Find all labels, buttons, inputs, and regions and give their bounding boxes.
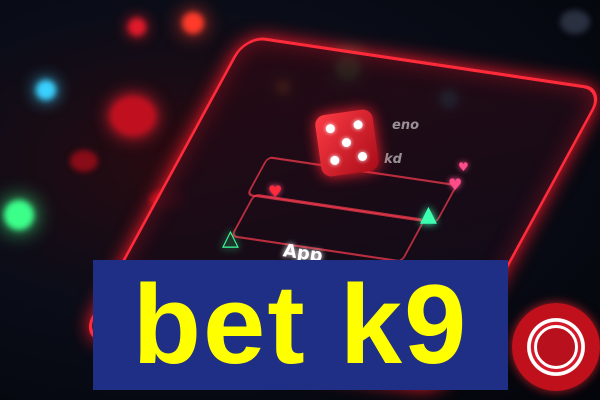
dice-pip <box>341 137 352 148</box>
up-triangle-icon: △ <box>222 226 239 251</box>
screen-text: eno <box>392 118 420 133</box>
heart-icon: ♥ <box>268 182 283 201</box>
dice-pip <box>325 123 336 134</box>
bokeh-light <box>560 10 590 34</box>
dice-pip <box>329 155 340 166</box>
heart-icon: ♥ <box>458 160 469 174</box>
up-triangle-icon: ▲ <box>420 202 437 227</box>
bokeh-light <box>70 150 98 172</box>
heart-icon: ♥ <box>448 175 463 194</box>
dice-pip <box>357 151 368 162</box>
screen-text: kd <box>384 152 402 167</box>
title-banner: bet k9 <box>93 260 508 390</box>
bokeh-light <box>4 200 34 230</box>
casino-chip-icon <box>512 303 600 391</box>
banner-title: bet k9 <box>132 262 469 387</box>
bokeh-light <box>110 96 156 136</box>
dice-icon <box>313 108 381 178</box>
dice-pip <box>352 119 364 130</box>
chip-center <box>534 325 578 369</box>
bokeh-light <box>182 12 204 34</box>
promo-banner-image: eno kd △ ▲ △ △ ♥ ♥ ♥ App bet k9 <box>0 0 600 400</box>
bokeh-light <box>36 80 56 100</box>
bokeh-light <box>128 18 146 36</box>
